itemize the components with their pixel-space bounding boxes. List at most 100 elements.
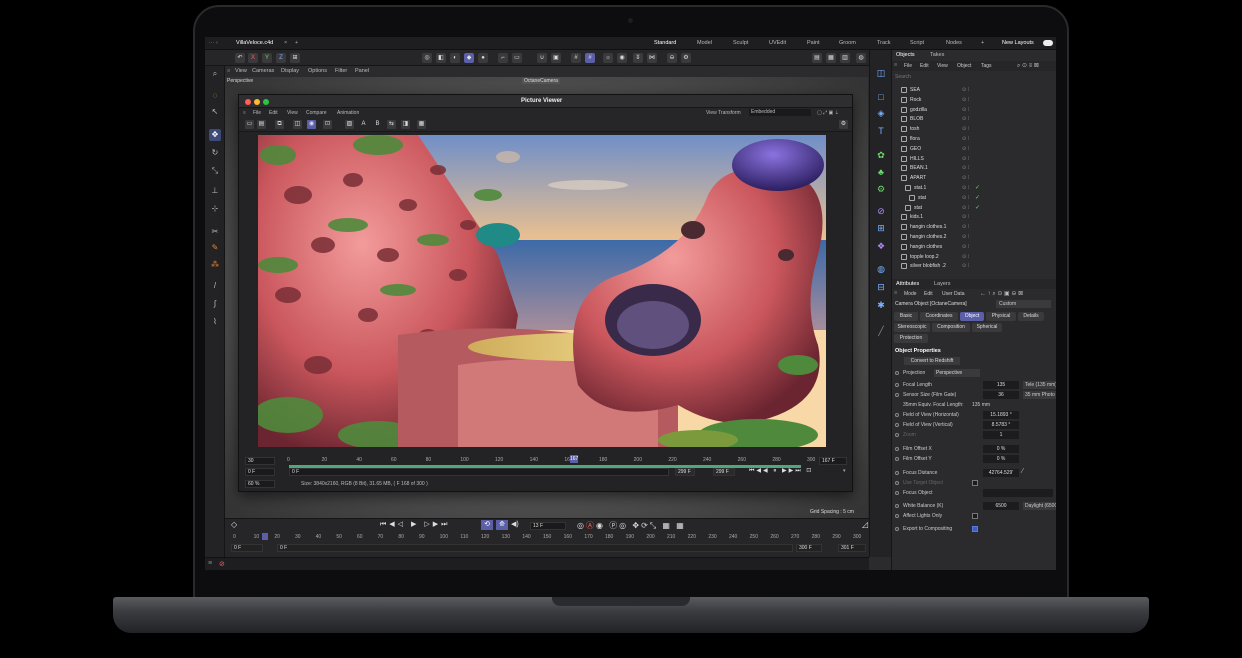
visibility-icon[interactable]: ⊙ ⁞ bbox=[962, 183, 969, 193]
prop-value-field[interactable]: 135 bbox=[983, 381, 1019, 389]
compare-b-icon[interactable]: B bbox=[373, 120, 382, 129]
weight-icon[interactable]: ⌇ bbox=[209, 316, 221, 328]
record-controls[interactable]: ◎Ⓐ◉ ⓟ◎ ✥⟳⤡ ▦ ▦ bbox=[577, 520, 686, 531]
cube-icon[interactable]: ◧ bbox=[436, 53, 446, 63]
visibility-icon[interactable]: ⊙ ⁞ bbox=[962, 222, 969, 232]
pv-ruler[interactable]: 0 20 40 60 80 100 120 140 160 180 200 220 240 260 280 3… bbox=[287, 456, 815, 465]
attr-tab-details[interactable]: Details bbox=[1018, 312, 1044, 321]
pv-menu-view[interactable]: View bbox=[287, 110, 298, 116]
attr-tab-coordinates[interactable]: Coordinates bbox=[920, 312, 958, 321]
pv-total-frames[interactable]: 299 F bbox=[713, 468, 735, 476]
pv-dropdown-icon[interactable]: ▾ bbox=[843, 468, 846, 474]
timeline-ruler[interactable]: 0 10 20 30 40 50 60 70 80 90 100 110 120 130 140 150 160… bbox=[233, 533, 863, 543]
light-icon[interactable]: ☼ bbox=[603, 53, 613, 63]
workspace-sculpt[interactable]: Sculpt bbox=[733, 40, 748, 46]
undo-icon[interactable]: ↶ bbox=[235, 53, 245, 63]
prop-preset-select[interactable]: Tele (135 mm) bbox=[1023, 381, 1056, 389]
paint-icon[interactable]: ✎ bbox=[209, 242, 221, 254]
visibility-icon[interactable]: ⊙ ⁞ bbox=[962, 85, 969, 95]
prop-keyframe-icon[interactable] bbox=[895, 393, 899, 397]
cloner-icon[interactable]: ♣ bbox=[875, 166, 887, 178]
visibility-icon[interactable]: ⊙ ⁞ bbox=[962, 144, 969, 154]
workplane-icon[interactable]: ▭ bbox=[512, 53, 522, 63]
visibility-icon[interactable]: ⊙ ⁞ bbox=[962, 173, 969, 183]
viewport-menu-view[interactable]: View bbox=[235, 68, 247, 74]
attr-tab-protection[interactable]: Protection bbox=[894, 334, 928, 343]
viewport-menu-display[interactable]: Display bbox=[281, 68, 299, 74]
tab-layers[interactable]: Layers bbox=[934, 281, 951, 287]
sound-icon[interactable]: ◀) bbox=[511, 520, 519, 528]
deformer-icon[interactable]: ⚙ bbox=[875, 183, 887, 195]
text-icon[interactable]: T bbox=[875, 125, 887, 137]
channel-icon[interactable]: ◉ bbox=[307, 120, 316, 129]
camera-icon[interactable]: ◫ bbox=[875, 67, 887, 79]
object-list-item[interactable]: kids.1 ⊙ ⁞ bbox=[892, 212, 1056, 222]
grid-icon[interactable]: # bbox=[571, 53, 581, 63]
render-settings-icon[interactable]: ▥ bbox=[840, 53, 850, 63]
visibility-icon[interactable]: ⊙ ⁞ bbox=[962, 105, 969, 115]
workspace-model[interactable]: Model bbox=[697, 40, 712, 46]
object-list-item[interactable]: hangin clothes.2 ⊙ ⁞ bbox=[892, 232, 1056, 242]
workspace-script[interactable]: Script bbox=[910, 40, 924, 46]
add-tab-icon[interactable]: + bbox=[295, 40, 298, 46]
pen-icon[interactable]: / bbox=[209, 280, 221, 292]
focus-object-field[interactable] bbox=[983, 489, 1053, 497]
pv-settings-icon[interactable]: ⚙ bbox=[839, 120, 848, 129]
attributes-menu-mode[interactable]: Mode bbox=[904, 291, 917, 297]
enabled-check-icon[interactable]: ✓ bbox=[975, 183, 980, 193]
octane-icon[interactable]: ◍ bbox=[856, 53, 866, 63]
attr-tab-physical[interactable]: Physical bbox=[986, 312, 1016, 321]
prop-keyframe-icon[interactable] bbox=[895, 471, 899, 475]
attr-tab-stereoscopic[interactable]: Stereoscopic bbox=[894, 323, 930, 332]
pv-frame-field[interactable]: 30 bbox=[245, 457, 275, 465]
tag-icon[interactable]: ❖ bbox=[875, 240, 887, 252]
layout-toggle[interactable] bbox=[1043, 40, 1053, 46]
attributes-menu-edit[interactable]: Edit bbox=[924, 291, 933, 297]
viewport-menu-panel[interactable]: Panel bbox=[355, 68, 369, 74]
workspace-paint[interactable]: Paint bbox=[807, 40, 820, 46]
enabled-check-icon[interactable]: ✓ bbox=[975, 203, 980, 213]
prop-value-field[interactable]: 0 % bbox=[983, 445, 1019, 453]
prop-preset-select[interactable]: Daylight (6500 K) bbox=[1023, 502, 1056, 510]
visibility-icon[interactable]: ⊙ ⁞ bbox=[962, 212, 969, 222]
pv-start-frame[interactable]: 0 F bbox=[245, 468, 275, 476]
viewport-menu-icon[interactable]: ≡ bbox=[227, 68, 230, 74]
light-object-icon[interactable]: ✱ bbox=[875, 299, 887, 311]
object-list-item[interactable]: SEA ⊙ ⁞ bbox=[892, 85, 1056, 95]
live-select-icon[interactable]: ↖ bbox=[209, 106, 221, 118]
maximize-window-icon[interactable] bbox=[263, 99, 269, 105]
prop-keyframe-icon[interactable] bbox=[895, 491, 899, 495]
convert-to-redshift-button[interactable]: Convert to Redshift bbox=[904, 357, 960, 365]
prop-checkbox[interactable] bbox=[972, 526, 978, 532]
copy-icon[interactable]: ⧉ bbox=[275, 120, 284, 129]
swap-icon[interactable]: ⇆ bbox=[387, 120, 396, 129]
objects-search-icon[interactable]: ⌕ ⊙ ≡ ⊠ bbox=[1017, 62, 1039, 70]
pv-layout-icon[interactable]: ▢ ⤢ ▣ ⇣ bbox=[817, 110, 839, 116]
object-list-item[interactable]: stat ⊙ ⁞ ✓ bbox=[892, 203, 1056, 213]
prop-value-field[interactable]: 6500 bbox=[983, 502, 1019, 510]
objects-menu-tags[interactable]: Tags bbox=[981, 63, 992, 69]
sphere-icon[interactable]: ● bbox=[478, 53, 488, 63]
fit-icon[interactable]: ⊡ bbox=[323, 120, 332, 129]
compare-a-icon[interactable]: A bbox=[359, 120, 368, 129]
axis-tool-icon[interactable]: ⊥ bbox=[209, 185, 221, 197]
pv-menu-icon[interactable]: ≡ bbox=[243, 110, 246, 116]
prop-keyframe-icon[interactable] bbox=[895, 447, 899, 451]
object-list-item[interactable]: APART ⊙ ⁞ bbox=[892, 173, 1056, 183]
prop-keyframe-icon[interactable] bbox=[895, 481, 899, 485]
object-list-item[interactable]: stat ⊙ ⁞ ✓ bbox=[892, 193, 1056, 203]
search-icon[interactable]: ⌕ bbox=[209, 68, 221, 80]
status-error-icon[interactable]: ⊘ bbox=[219, 560, 225, 568]
objects-menu-view[interactable]: View bbox=[937, 63, 948, 69]
object-list-item[interactable]: GEO ⊙ ⁞ bbox=[892, 144, 1056, 154]
projection-keyframe-icon[interactable] bbox=[895, 371, 899, 375]
timeline-end-field[interactable]: 301 F bbox=[838, 544, 866, 552]
eyedropper-icon[interactable]: ⁄ bbox=[1022, 468, 1023, 475]
viewport-menu-filter[interactable]: Filter bbox=[335, 68, 347, 74]
attributes-preset-select[interactable]: Custom bbox=[996, 300, 1051, 308]
playback-controls[interactable]: ⏮◀◁ ▶ ▷▶⏭ bbox=[380, 520, 450, 529]
workspace-standard[interactable]: Standard bbox=[654, 40, 676, 46]
transform-tool-icon[interactable]: ⊹ bbox=[209, 203, 221, 215]
grid-snap-icon[interactable]: # bbox=[585, 53, 595, 63]
minimize-window-icon[interactable] bbox=[254, 99, 260, 105]
